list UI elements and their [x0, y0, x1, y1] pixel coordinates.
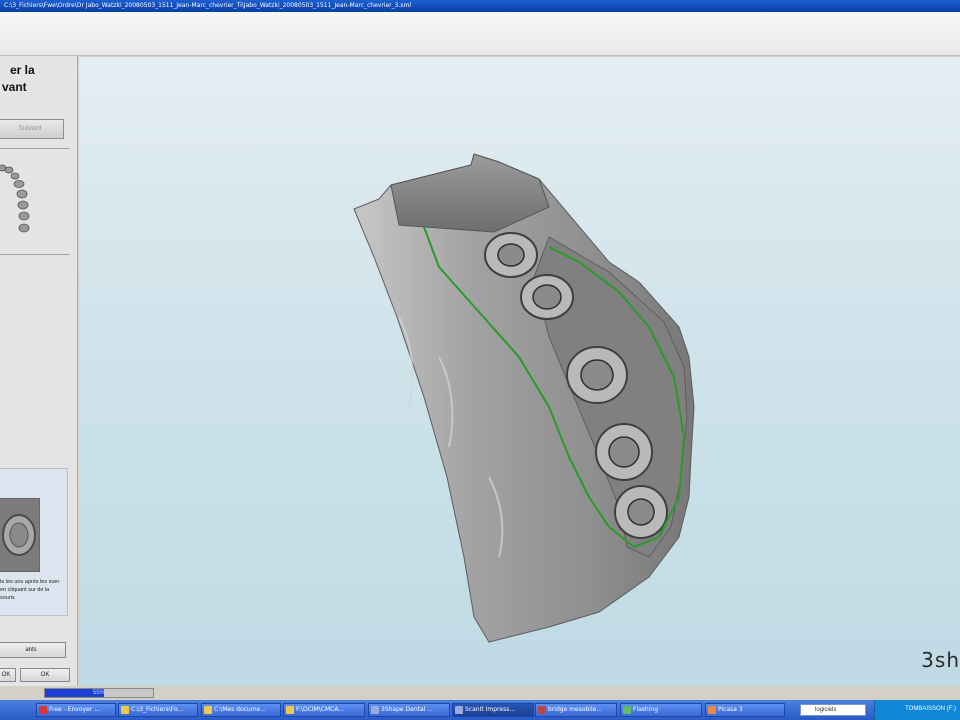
hints-button[interactable]: ants: [0, 642, 66, 658]
ok-button-left[interactable]: OK: [0, 668, 16, 682]
jaw-arch-icon[interactable]: [0, 158, 40, 242]
ok-button[interactable]: OK: [20, 668, 70, 682]
taskbar-task[interactable]: 3Shape Dental ...: [368, 703, 450, 717]
task-app-icon: [623, 706, 631, 714]
task-label: C:\3_Fichiers\Fo...: [131, 706, 184, 713]
help-text: ts les uns après les suer en cliquant su…: [0, 579, 60, 601]
taskbar: Free - Envoyer ... C:\3_Fichiers\Fo... C:\…: [0, 700, 960, 720]
task-label: ScanIt Impress...: [465, 706, 516, 713]
taskbar-search[interactable]: logiciels: [800, 704, 866, 716]
next-button[interactable]: Suivant: [0, 119, 64, 139]
left-panel: er la vant Suivant ts les uns après les …: [0, 56, 78, 686]
taskbar-task[interactable]: bridge mesobile...: [535, 703, 617, 717]
task-app-icon: [455, 706, 463, 714]
3d-viewport[interactable]: 3sh: [79, 57, 960, 686]
window-title-bar[interactable]: C:\3_Fichiers\Fwe\Ordre\Dr Jabo_Watzki_2…: [0, 0, 960, 12]
instruction-line-1: er la: [10, 63, 35, 77]
progress-bar: 55%: [44, 688, 154, 698]
task-label: F:\DCIM\CMCA...: [296, 706, 345, 713]
taskbar-task[interactable]: F:\DCIM\CMCA...: [283, 703, 365, 717]
preview-thumbnail: [0, 498, 40, 572]
task-app-icon: [204, 706, 212, 714]
taskbar-task[interactable]: Free - Envoyer ...: [36, 703, 116, 717]
instruction-line-2: vant: [2, 80, 27, 94]
task-label: 3Shape Dental ...: [381, 706, 433, 713]
task-label: Flashing: [633, 706, 659, 713]
window-title: C:\3_Fichiers\Fwe\Ordre\Dr Jabo_Watzki_2…: [4, 2, 412, 9]
task-app-icon: [538, 706, 546, 714]
task-app-icon: [371, 706, 379, 714]
task-label: C:\Mes docume...: [214, 706, 266, 713]
brand-logo: 3sh: [921, 648, 960, 672]
task-app-icon: [39, 706, 47, 714]
tooth-preview-icon: [0, 499, 39, 571]
separator: [0, 254, 70, 255]
task-app-icon: [708, 706, 716, 714]
dental-scan-model[interactable]: [79, 57, 960, 686]
tray-label: TOMBAISSON (F:): [905, 706, 956, 712]
task-label: Free - Envoyer ...: [49, 706, 100, 713]
taskbar-task[interactable]: ScanIt Impress...: [452, 703, 534, 717]
taskbar-task[interactable]: Flashing: [620, 703, 702, 717]
task-app-icon: [121, 706, 129, 714]
toolbar: [0, 12, 960, 56]
taskbar-task[interactable]: Picasa 3: [705, 703, 785, 717]
system-tray: TOMBAISSON (F:): [874, 700, 960, 720]
task-app-icon: [286, 706, 294, 714]
taskbar-task[interactable]: C:\3_Fichiers\Fo...: [118, 703, 198, 717]
status-row: 55%: [0, 686, 960, 700]
taskbar-task[interactable]: C:\Mes docume...: [201, 703, 281, 717]
progress-label: 55%: [92, 690, 105, 696]
instruction-title: er la vant: [0, 62, 76, 96]
task-label: bridge mesobile...: [548, 706, 603, 713]
separator: [0, 148, 70, 149]
task-label: Picasa 3: [718, 706, 743, 713]
